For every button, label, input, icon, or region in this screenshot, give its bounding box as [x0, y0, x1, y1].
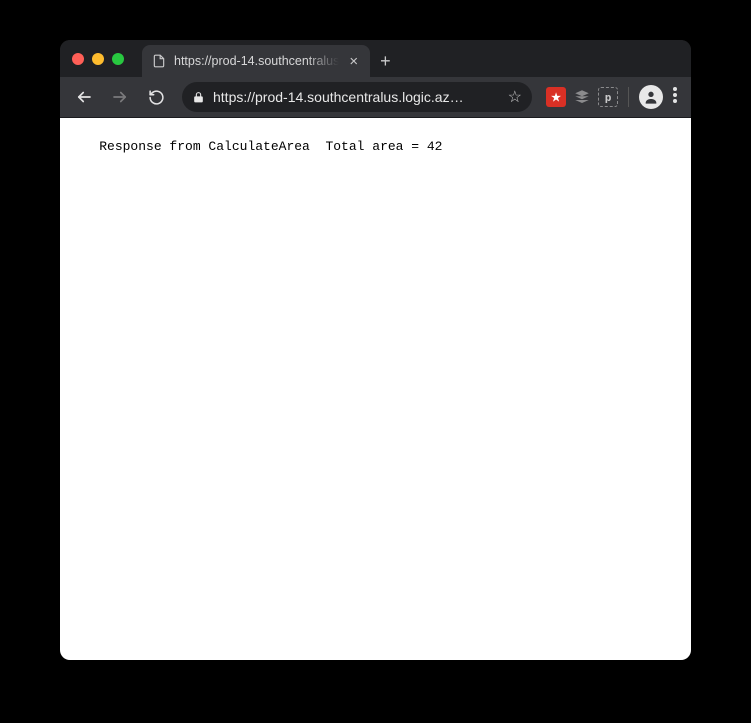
- page-viewport: Response from CalculateArea Total area =…: [60, 117, 691, 660]
- bookmark-star-icon[interactable]: ☆: [508, 87, 522, 107]
- tab-close-button[interactable]: ×: [347, 54, 360, 69]
- page-icon: [152, 54, 166, 68]
- extensions-group: ★ p: [542, 87, 618, 107]
- reload-button[interactable]: [140, 81, 172, 113]
- window-maximize-button[interactable]: [112, 53, 124, 65]
- kebab-menu-button[interactable]: [667, 87, 683, 108]
- browser-tab[interactable]: https://prod-14.southcentralus ×: [142, 45, 370, 77]
- new-tab-button[interactable]: +: [370, 52, 401, 70]
- toolbar-divider: [628, 87, 629, 107]
- titlebar: https://prod-14.southcentralus × +: [60, 40, 691, 77]
- lock-icon: [192, 91, 205, 104]
- forward-button[interactable]: [104, 81, 136, 113]
- address-bar[interactable]: https://prod-14.southcentralus.logic.az……: [182, 82, 532, 112]
- window-controls: [72, 53, 124, 65]
- back-button[interactable]: [68, 81, 100, 113]
- window-close-button[interactable]: [72, 53, 84, 65]
- address-bar-url: https://prod-14.southcentralus.logic.az…: [213, 89, 500, 105]
- browser-window: https://prod-14.southcentralus × + https…: [60, 40, 691, 660]
- toolbar: https://prod-14.southcentralus.logic.az……: [60, 77, 691, 117]
- window-minimize-button[interactable]: [92, 53, 104, 65]
- extension-boxed-icon[interactable]: p: [598, 87, 618, 107]
- profile-button[interactable]: [639, 85, 663, 109]
- extension-red-icon[interactable]: ★: [546, 87, 566, 107]
- page-body-text: Response from CalculateArea Total area =…: [99, 139, 442, 154]
- extension-stack-icon[interactable]: [572, 87, 592, 107]
- tab-title: https://prod-14.southcentralus: [174, 54, 339, 68]
